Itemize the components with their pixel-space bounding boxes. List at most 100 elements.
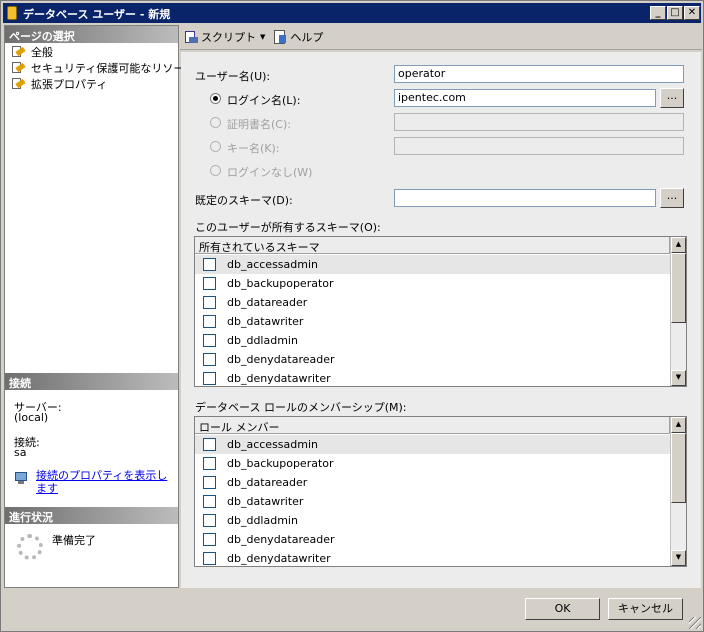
table-row[interactable]: db_accessadmin [195,435,670,454]
table-row[interactable]: db_datareader [195,293,670,312]
sidebar-item-label: 拡張プロパティ [31,78,108,91]
key-label: キー名(K): [227,142,280,155]
help-label: ヘルプ [290,31,324,44]
key-field[interactable] [394,137,684,155]
general-page: ユーザー名(U): operator ログイン名(L): ipentec.com… [181,52,701,588]
row-label: db_denydatareader [227,353,335,366]
owned-schemas-label: このユーザーが所有するスキーマ(O): [195,221,381,234]
sidebar-item-extended-properties[interactable]: 拡張プロパティ [11,76,107,92]
dialog-window: データベース ユーザー - 新規 _ □ ✕ ページの選択 全般 セキュリティ保… [0,0,704,632]
login-name-field[interactable]: ipentec.com [394,89,656,107]
cancel-button[interactable]: キャンセル [608,598,683,620]
scroll-up-button[interactable]: ▲ [671,417,686,433]
role-membership-scrollbar[interactable]: ▲ ▼ [670,417,686,566]
page-wrench-icon [11,62,26,74]
scroll-down-button[interactable]: ▼ [671,370,686,386]
username-field[interactable]: operator [394,65,684,83]
table-row[interactable]: db_backupoperator [195,454,670,473]
sidebar-item-label: セキュリティ保護可能なリソース [31,62,195,75]
window-title: データベース ユーザー - 新規 [23,8,171,21]
row-label: db_denydatareader [227,533,335,546]
default-schema-label: 既定のスキーマ(D): [195,194,293,207]
certificate-field[interactable] [394,113,684,131]
database-icon [7,6,17,20]
main-area: スクリプト ▼ ヘルプ ユーザー名(U): operator ログイン名(L):… [180,25,702,588]
row-checkbox[interactable] [203,353,216,366]
scroll-thumb[interactable] [671,433,686,503]
row-checkbox[interactable] [203,514,216,527]
table-row[interactable]: db_denydatareader [195,350,670,369]
script-button[interactable]: スクリプト ▼ [184,29,265,45]
login-name-label: ログイン名(L): [227,94,301,107]
table-row[interactable]: db_ddladmin [195,331,670,350]
row-checkbox[interactable] [203,334,216,347]
row-checkbox[interactable] [203,495,216,508]
minimize-button[interactable]: _ [650,6,666,20]
table-row[interactable]: db_datareader [195,473,670,492]
role-membership-label: データベース ロールのメンバーシップ(M): [195,401,407,414]
help-button[interactable]: ヘルプ [273,29,323,45]
page-wrench-icon [11,78,26,90]
role-membership-column-header[interactable]: ロール メンバー [195,417,670,434]
scroll-down-button[interactable]: ▼ [671,550,686,566]
page-wrench-icon [11,46,26,58]
no-login-radio[interactable] [210,165,221,176]
row-checkbox[interactable] [203,476,216,489]
row-label: db_backupoperator [227,277,334,290]
owned-schemas-column-header[interactable]: 所有されているスキーマ [195,237,670,254]
scroll-thumb[interactable] [671,253,686,323]
row-checkbox[interactable] [203,552,216,565]
row-label: db_denydatawriter [227,372,331,385]
scroll-up-button[interactable]: ▲ [671,237,686,253]
connection-properties-icon [15,472,29,485]
sidebar-item-label: 全般 [31,46,53,59]
row-label: db_datareader [227,296,308,309]
sidebar-item-securables[interactable]: セキュリティ保護可能なリソース [11,60,195,76]
chevron-down-icon[interactable]: ▼ [260,33,265,41]
help-icon [273,30,287,44]
row-checkbox[interactable] [203,457,216,470]
progress-spinner-icon [17,534,43,560]
sidebar: ページの選択 全般 セキュリティ保護可能なリソース 拡張プロパティ 接続 サーバ… [4,25,195,588]
table-row[interactable]: db_datawriter [195,492,670,511]
sidebar-item-general[interactable]: 全般 [11,44,53,60]
login-name-radio[interactable] [210,93,221,104]
row-checkbox[interactable] [203,438,216,451]
owned-schemas-scrollbar[interactable]: ▲ ▼ [670,237,686,386]
row-checkbox[interactable] [203,372,216,385]
resize-grip-icon[interactable] [689,617,701,629]
row-checkbox[interactable] [203,258,216,271]
table-row[interactable]: db_denydatareader [195,530,670,549]
role-membership-grid: ロール メンバー db_accessadmin db_backupoperato… [194,416,687,567]
table-row[interactable]: db_accessadmin [195,255,670,274]
row-checkbox[interactable] [203,277,216,290]
key-radio[interactable] [210,141,221,152]
default-schema-browse-button[interactable]: ... [660,188,684,208]
login-browse-button[interactable]: ... [660,88,684,108]
row-checkbox[interactable] [203,296,216,309]
maximize-button[interactable]: □ [667,6,683,20]
no-login-label: ログインなし(W) [227,166,313,179]
close-button[interactable]: ✕ [684,6,700,20]
server-value: (local) [14,411,49,424]
script-label: スクリプト [201,31,256,44]
progress-status: 準備完了 [52,534,96,547]
username-label: ユーザー名(U): [195,70,271,83]
row-label: db_denydatawriter [227,552,331,565]
table-row[interactable]: db_denydatawriter [195,549,670,566]
row-label: db_datawriter [227,315,304,328]
table-row[interactable]: db_backupoperator [195,274,670,293]
table-row[interactable]: db_datawriter [195,312,670,331]
row-checkbox[interactable] [203,315,216,328]
title-bar[interactable]: データベース ユーザー - 新規 _ □ ✕ [3,3,701,23]
row-label: db_datareader [227,476,308,489]
view-connection-properties-link[interactable]: 接続のプロパティを表示します [36,469,176,495]
toolbar: スクリプト ▼ ヘルプ [180,25,702,50]
row-checkbox[interactable] [203,533,216,546]
default-schema-field[interactable] [394,189,656,207]
table-row[interactable]: db_denydatawriter [195,369,670,386]
certificate-radio[interactable] [210,117,221,128]
row-label: db_ddladmin [227,514,298,527]
table-row[interactable]: db_ddladmin [195,511,670,530]
ok-button[interactable]: OK [525,598,600,620]
